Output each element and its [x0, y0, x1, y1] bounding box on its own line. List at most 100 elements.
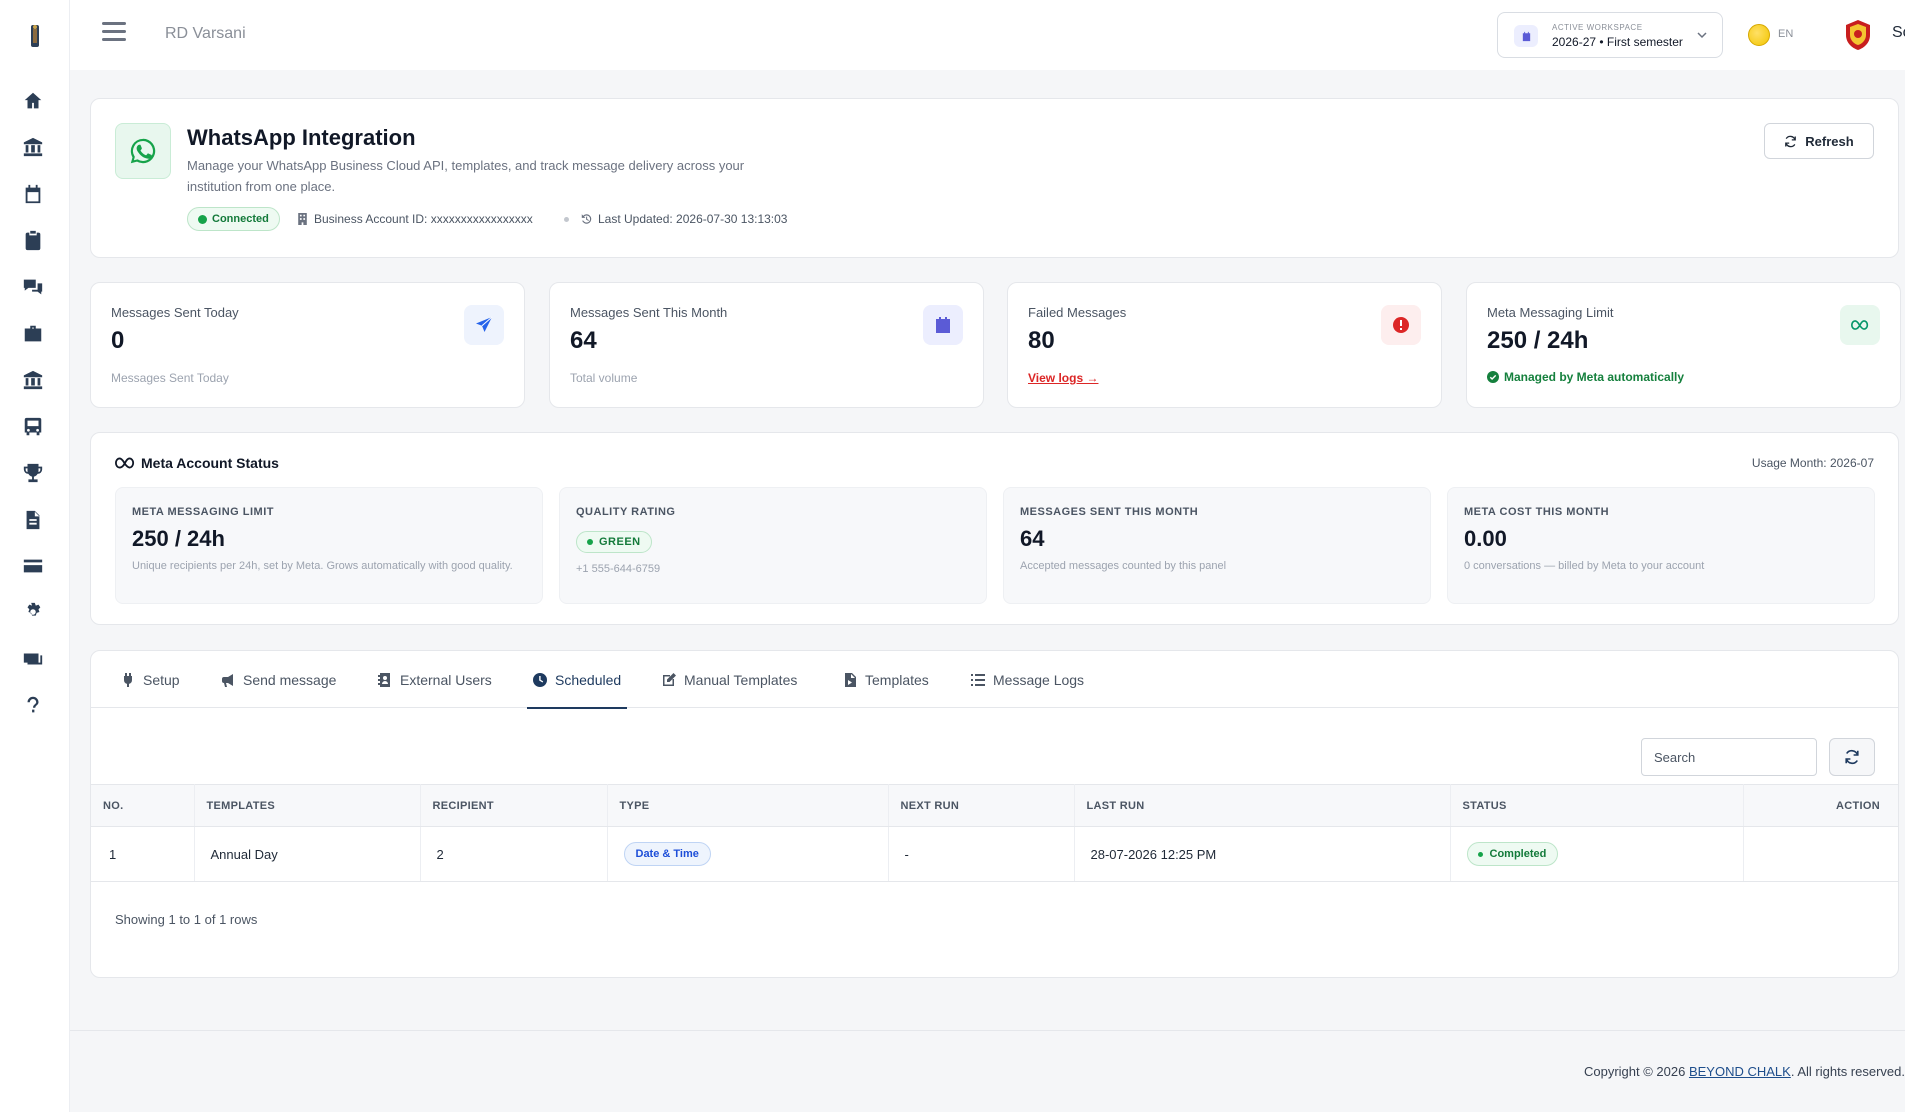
stat-subtext: Total volume: [570, 371, 638, 385]
sidebar-calendar-icon[interactable]: [10, 176, 56, 212]
box-value: 250 / 24h: [132, 526, 225, 551]
cell-last-run: 28-07-2026 12:25 PM: [1074, 826, 1451, 882]
stat-card-meta-limit: Meta Messaging Limit 250 / 24h Managed b…: [1466, 282, 1901, 408]
sidebar-trophy-icon[interactable]: [10, 455, 56, 491]
meta-logo-icon: [115, 457, 135, 469]
box-note: Accepted messages counted by this panel: [1020, 560, 1227, 572]
page-title: WhatsApp Integration: [187, 125, 416, 150]
brand-link[interactable]: BEYOND CHALK: [1689, 1064, 1791, 1079]
tab-send-message[interactable]: Send message: [221, 651, 336, 708]
stat-card-failed: Failed Messages 80 View logs →: [1007, 282, 1442, 408]
last-updated-info: Last Updated: 2026-07-30 13:13:03: [581, 212, 787, 226]
business-account-id: Business Account ID: xxxxxxxxxxxxxxxxx: [314, 212, 533, 226]
integration-header-card: WhatsApp Integration Manage your WhatsAp…: [90, 98, 1899, 258]
tab-scheduled[interactable]: Scheduled: [526, 651, 628, 709]
tab-external-users[interactable]: External Users: [378, 651, 492, 708]
copyright-prefix: Copyright © 2026: [1583, 1064, 1689, 1079]
sidebar-card-icon[interactable]: [10, 548, 56, 584]
stat-label: Messages Sent Today: [111, 305, 239, 320]
managed-status: Managed by Meta automatically: [1487, 370, 1684, 384]
cell-status: Completed: [1450, 826, 1744, 882]
tab-message-logs[interactable]: Message Logs: [971, 651, 1084, 708]
alert-icon: [1381, 305, 1421, 345]
column-header-action: ACTION: [1743, 784, 1898, 827]
tab-label: Send message: [243, 671, 337, 688]
megaphone-icon: [222, 673, 233, 687]
messages-month-box: MESSAGES SENT THIS MONTH 64 Accepted mes…: [1003, 487, 1431, 604]
managed-status-text: Managed by Meta automatically: [1504, 370, 1685, 384]
usage-month: Usage Month: 2026-07: [1751, 456, 1874, 470]
sidebar-briefcase-icon[interactable]: [10, 316, 56, 352]
list-icon: [971, 673, 985, 686]
type-badge: Date & Time: [623, 842, 711, 866]
reload-table-button[interactable]: [1829, 738, 1875, 776]
meta-account-status-card: Meta Account Status Usage Month: 2026-07…: [90, 432, 1899, 625]
tab-manual-templates[interactable]: Manual Templates: [662, 651, 797, 708]
sidebar-money-icon[interactable]: [10, 641, 56, 677]
whatsapp-icon: [115, 123, 171, 179]
sidebar-gear-icon[interactable]: [10, 594, 56, 630]
cell-recipient: 2: [420, 826, 608, 882]
language-flag-icon[interactable]: [1748, 24, 1770, 46]
meta-logo-icon: [1840, 305, 1880, 345]
sidebar-chat-icon[interactable]: [10, 269, 56, 305]
sidebar-document-icon[interactable]: [10, 502, 56, 538]
history-icon: [581, 214, 592, 224]
box-label: MESSAGES SENT THIS MONTH: [1020, 506, 1199, 518]
quality-rating-box: QUALITY RATING GREEN +1 555-644-6759: [559, 487, 987, 604]
tab-label: External Users: [400, 671, 492, 688]
meta-cost-box: META COST THIS MONTH 0.00 0 conversation…: [1447, 487, 1875, 604]
tab-templates[interactable]: Templates: [843, 651, 929, 708]
workspace-value: 2026-27 • First semester: [1552, 35, 1683, 49]
sidebar-home-icon[interactable]: [10, 83, 56, 119]
tab-setup[interactable]: Setup: [121, 651, 180, 708]
sidebar-bus-icon[interactable]: [10, 409, 56, 445]
column-header-last-run[interactable]: LAST RUN: [1074, 784, 1451, 827]
column-header-type[interactable]: TYPE: [607, 784, 889, 827]
stat-label: Messages Sent This Month: [570, 305, 728, 320]
footer: Copyright © 2026 BEYOND CHALK. All right…: [70, 1030, 1905, 1112]
stat-label: Failed Messages: [1028, 305, 1127, 320]
top-bar: RD Varsani ACTIVE WORKSPACE 2026-27 • Fi…: [70, 0, 1905, 70]
chevron-down-icon: [1697, 32, 1707, 39]
section-title: Meta Account Status: [141, 455, 279, 471]
sidebar-help-icon[interactable]: [10, 687, 56, 723]
file-icon: [845, 672, 856, 687]
language-selector[interactable]: EN: [1778, 28, 1793, 40]
column-header-no[interactable]: NO.: [91, 784, 195, 827]
sidebar-institution-icon[interactable]: [10, 362, 56, 398]
stat-value: 0: [111, 327, 125, 354]
cell-action: [1743, 826, 1898, 882]
cell-no: 1: [91, 826, 195, 882]
workspace-selector[interactable]: ACTIVE WORKSPACE 2026-27 • First semeste…: [1497, 12, 1723, 58]
school-logo-icon[interactable]: [1843, 18, 1873, 52]
stat-value: 250 / 24h: [1487, 327, 1589, 354]
search-input[interactable]: [1641, 738, 1817, 776]
column-header-next-run[interactable]: NEXT RUN: [888, 784, 1075, 827]
sidebar-clipboard-icon[interactable]: [10, 222, 56, 258]
profile-name[interactable]: School: [1892, 24, 1905, 42]
refresh-icon: [1845, 749, 1859, 765]
app-logo-icon[interactable]: [22, 22, 48, 50]
stat-value: 80: [1028, 327, 1055, 354]
table-header-row: NO. TEMPLATES RECIPIENT TYPE NEXT RUN LA…: [91, 784, 1898, 827]
view-logs-link[interactable]: View logs →: [1028, 371, 1098, 385]
meta-limit-box: META MESSAGING LIMIT 250 / 24h Unique re…: [115, 487, 543, 604]
column-header-templates[interactable]: TEMPLATES: [194, 784, 421, 827]
box-label: QUALITY RATING: [576, 506, 676, 518]
calendar-icon: [1514, 25, 1538, 47]
status-badge: Completed: [1466, 842, 1559, 866]
column-header-recipient[interactable]: RECIPIENT: [420, 784, 608, 827]
last-updated-text: Last Updated: 2026-07-30 13:13:03: [598, 212, 788, 226]
organization-name: RD Varsani: [165, 25, 246, 42]
table-row: 1 Annual Day 2 Date & Time - 28-07-2026 …: [91, 826, 1898, 882]
menu-toggle-icon[interactable]: [102, 22, 126, 44]
refresh-button[interactable]: Refresh: [1764, 123, 1874, 159]
edit-icon: [663, 672, 676, 686]
cell-template: Annual Day: [194, 826, 421, 882]
sidebar-bank-icon[interactable]: [10, 129, 56, 165]
column-header-status[interactable]: STATUS: [1450, 784, 1744, 827]
stat-card-sent-month: Messages Sent This Month 64 Total volume: [549, 282, 984, 408]
tab-label: Message Logs: [993, 671, 1085, 688]
page-description: Manage your WhatsApp Business Cloud API,…: [187, 158, 745, 194]
